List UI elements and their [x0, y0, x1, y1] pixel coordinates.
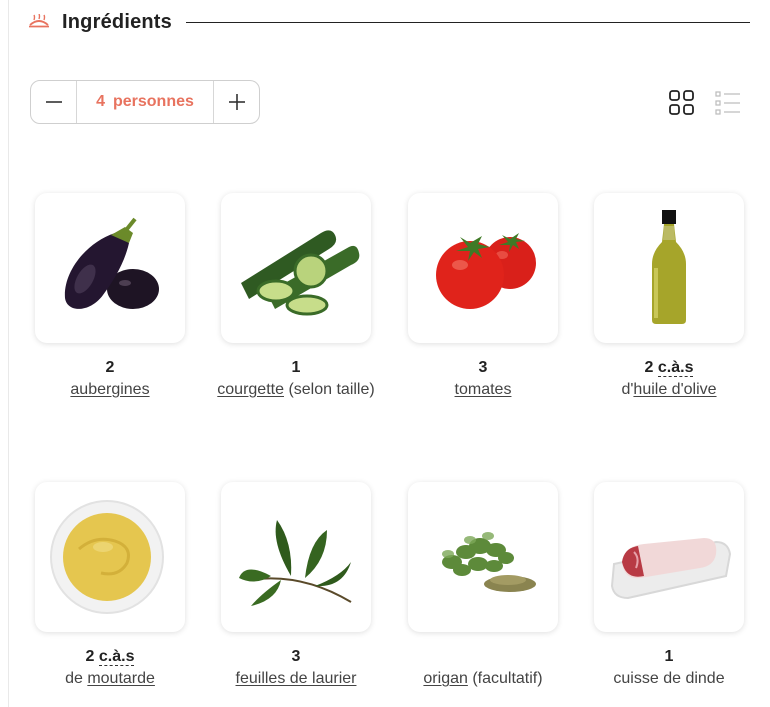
ingredient-image[interactable]: [221, 193, 371, 343]
ingredient-quantity: 1: [291, 359, 301, 376]
minus-icon: [45, 101, 62, 103]
ingredient-link[interactable]: tomates: [455, 381, 512, 398]
ingredient-card: 2 aubergines: [17, 193, 203, 401]
ingredient-link[interactable]: courgette: [217, 381, 284, 398]
ingredient-note: (facultatif): [467, 670, 543, 687]
ingredient-note: (selon taille): [284, 381, 375, 398]
list-view-icon: [715, 91, 740, 115]
left-divider: [8, 0, 9, 707]
header-rule: [186, 21, 750, 23]
ingredient-quantity: 2: [105, 359, 115, 376]
quantity-unit[interactable]: c.à.s: [98, 648, 135, 666]
ingredient-name: aubergines: [17, 379, 203, 401]
tomato-icon: [436, 233, 536, 309]
grid-view-icon: [669, 90, 694, 115]
eggplant-icon: [64, 217, 159, 309]
ingredient-image[interactable]: [408, 193, 558, 343]
ingredient-name: d'huile d'olive: [576, 379, 762, 401]
decrease-servings-button[interactable]: [31, 81, 77, 123]
servings-label: personnes: [112, 93, 194, 110]
servings-stepper: 4 personnes: [30, 80, 260, 124]
section-title: Ingrédients: [62, 10, 172, 33]
ingredient-name: tomates: [390, 379, 576, 401]
ingredient-image[interactable]: [35, 482, 185, 632]
ingredient-link[interactable]: moutarde: [87, 670, 155, 687]
ingredient-card: 2 c.à.s d'huile d'olive: [576, 193, 762, 401]
ingredient-prefix: de: [65, 670, 88, 687]
turkey-leg-icon: [610, 538, 732, 600]
ingredient-name: de moutarde: [17, 668, 203, 690]
ingredient-image[interactable]: [35, 193, 185, 343]
ingredient-image[interactable]: [594, 193, 744, 343]
ingredient-image[interactable]: [221, 482, 371, 632]
ingredient-name: origan (facultatif): [390, 668, 576, 690]
ingredient-card: origan (facultatif): [390, 482, 576, 690]
oregano-icon: [442, 532, 536, 592]
ingredient-name: cuisse de dinde: [613, 670, 725, 687]
ingredient-card: 3 feuilles de laurier: [203, 482, 389, 690]
zucchini-icon: [241, 230, 360, 316]
ingredient-card: 1 courgette (selon taille): [203, 193, 389, 401]
dish-icon: [28, 13, 52, 31]
ingredient-link[interactable]: huile d'olive: [633, 381, 716, 398]
mustard-bowl-icon: [50, 500, 164, 614]
quantity-unit[interactable]: c.à.s: [657, 359, 694, 377]
ingredient-quantity: 2 c.à.s: [17, 646, 203, 668]
ingredient-link[interactable]: feuilles de laurier: [236, 670, 357, 687]
ingredient-name: feuilles de laurier: [203, 668, 389, 690]
olive-oil-bottle-icon: [652, 210, 686, 324]
ingredient-link[interactable]: origan: [423, 670, 467, 687]
ingredient-link[interactable]: aubergines: [70, 381, 149, 398]
ingredient-name: courgette (selon taille): [203, 379, 389, 401]
ingredient-card: 2 c.à.s de moutarde: [17, 482, 203, 690]
servings-count: 4: [96, 93, 105, 110]
ingredient-quantity: [390, 646, 576, 668]
servings-value: 4 personnes: [77, 81, 213, 123]
ingredient-card: 1 cuisse de dinde: [576, 482, 762, 690]
ingredient-quantity: 3: [478, 359, 488, 376]
ingredient-card: 3 tomates: [390, 193, 576, 401]
ingredients-header: Ingrédients: [28, 8, 750, 36]
quantity-number: 2: [644, 359, 654, 376]
quantity-number: 2: [85, 648, 95, 665]
increase-servings-button[interactable]: [213, 81, 259, 123]
list-view-button[interactable]: [714, 89, 742, 117]
ingredient-prefix: d': [621, 381, 634, 398]
grid-view-button[interactable]: [668, 89, 696, 117]
ingredient-quantity: 1: [664, 648, 674, 665]
bay-leaf-icon: [239, 520, 352, 606]
ingredient-quantity: 2 c.à.s: [576, 357, 762, 379]
ingredient-quantity: 3: [291, 648, 301, 665]
plus-icon: [228, 94, 245, 110]
ingredient-image[interactable]: [408, 482, 558, 632]
ingredient-image[interactable]: [594, 482, 744, 632]
